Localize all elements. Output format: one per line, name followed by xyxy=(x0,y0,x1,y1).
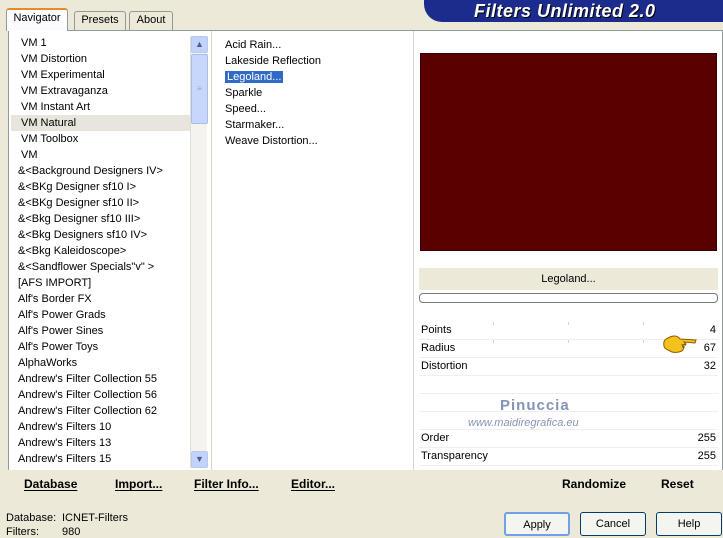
tab-navigator[interactable]: Navigator xyxy=(6,8,68,31)
category-item[interactable]: Alf's Power Grads xyxy=(11,307,193,323)
selected-filter-label: Legoland... xyxy=(419,268,718,290)
param-label: Radius xyxy=(421,342,456,354)
filter-info-button[interactable]: Filter Info... xyxy=(194,474,259,494)
filter-item[interactable]: Sparkle xyxy=(223,85,409,101)
import-button[interactable]: Import... xyxy=(115,474,162,494)
param-label: Distortion xyxy=(421,360,468,372)
category-item[interactable]: VM xyxy=(11,147,193,163)
category-item-selected[interactable]: VM Natural xyxy=(11,115,193,131)
param-slider-empty xyxy=(419,376,718,394)
tab-about[interactable]: About xyxy=(129,11,173,30)
filter-item[interactable]: Acid Rain... xyxy=(223,37,409,53)
filter-list[interactable]: Acid Rain... Lakeside Reflection Legolan… xyxy=(223,37,409,149)
category-item[interactable]: Andrew's Filters 13 xyxy=(11,435,193,451)
category-item[interactable]: &<BKg Designer sf10 I> xyxy=(11,179,193,195)
divider xyxy=(211,31,212,497)
category-item[interactable]: &<Sandflower Specials"v" > xyxy=(11,259,193,275)
param-slider-transparency[interactable]: Transparency 255 xyxy=(419,448,718,466)
filter-item[interactable]: Starmaker... xyxy=(223,117,409,133)
category-item[interactable]: Andrew's Filters 10 xyxy=(11,419,193,435)
param-label: Transparency xyxy=(421,450,488,462)
tab-presets[interactable]: Presets xyxy=(74,11,126,30)
category-item[interactable]: &<Bkg Kaleidoscope> xyxy=(11,243,193,259)
category-item[interactable]: VM Instant Art xyxy=(11,99,193,115)
status-database-value: ICNET-Filters xyxy=(62,512,128,524)
category-item[interactable]: &<BKg Designer sf10 II> xyxy=(11,195,193,211)
category-item[interactable]: VM Toolbox xyxy=(11,131,193,147)
category-item[interactable]: Andrew's Filters 15 xyxy=(11,451,193,465)
filter-item-selected[interactable]: Legoland... xyxy=(223,69,409,85)
param-value: 4 xyxy=(709,324,716,336)
category-item[interactable]: Alf's Border FX xyxy=(11,291,193,307)
filter-item[interactable]: Lakeside Reflection xyxy=(223,53,409,69)
category-item[interactable]: AlphaWorks xyxy=(11,355,193,371)
status-filters-label: Filters: xyxy=(6,526,39,538)
param-value: 32 xyxy=(703,360,716,372)
param-label: Order xyxy=(421,432,450,444)
scroll-down-icon[interactable]: ▼ xyxy=(191,451,208,468)
category-scrollbar[interactable]: ▲ ≡ ▼ xyxy=(190,36,208,468)
apply-button[interactable]: Apply xyxy=(504,512,570,536)
editor-button[interactable]: Editor... xyxy=(291,474,335,494)
watermark-name: Pinuccia xyxy=(500,397,570,414)
category-item[interactable]: [AFS IMPORT] xyxy=(11,275,193,291)
app-title: Filters Unlimited 2.0 xyxy=(474,1,656,21)
category-item[interactable]: VM 1 xyxy=(11,35,193,51)
progress-bar xyxy=(419,293,718,303)
category-item[interactable]: &<Background Designers IV> xyxy=(11,163,193,179)
pointing-hand-icon xyxy=(663,335,697,353)
category-item[interactable]: VM Extravaganza xyxy=(11,83,193,99)
category-item[interactable]: VM Experimental xyxy=(11,67,193,83)
status-area: Database: ICNET-Filters Filters: 980 xyxy=(6,511,128,538)
param-value: 255 xyxy=(697,432,716,444)
param-label: Points xyxy=(421,324,452,336)
filter-item[interactable]: Speed... xyxy=(223,101,409,117)
status-database-label: Database: xyxy=(6,512,57,524)
status-filters-value: 980 xyxy=(62,526,81,538)
preview-image xyxy=(420,53,717,251)
param-value: 67 xyxy=(703,342,716,354)
cancel-button[interactable]: Cancel xyxy=(580,512,646,536)
randomize-button[interactable]: Randomize xyxy=(562,474,626,494)
scroll-thumb[interactable]: ≡ xyxy=(191,54,208,124)
category-item[interactable]: Andrew's Filter Collection 62 xyxy=(11,403,193,419)
category-item[interactable]: Alf's Power Sines xyxy=(11,323,193,339)
param-slider-distortion[interactable]: Distortion 32 xyxy=(419,358,718,376)
param-slider-order[interactable]: Order 255 xyxy=(419,430,718,448)
watermark-url: www.maidiregrafica.eu xyxy=(468,417,579,429)
scroll-up-icon[interactable]: ▲ xyxy=(191,36,208,53)
category-item[interactable]: Andrew's Filter Collection 56 xyxy=(11,387,193,403)
category-item[interactable]: Andrew's Filter Collection 55 xyxy=(11,371,193,387)
database-button[interactable]: Database xyxy=(24,474,77,494)
category-item[interactable]: &<Bkg Designer sf10 III> xyxy=(11,211,193,227)
filter-item[interactable]: Weave Distortion... xyxy=(223,133,409,149)
category-item[interactable]: Alf's Power Toys xyxy=(11,339,193,355)
reset-button[interactable]: Reset xyxy=(661,474,694,494)
category-item[interactable]: VM Distortion xyxy=(11,51,193,67)
param-value: 255 xyxy=(697,450,716,462)
help-button[interactable]: Help xyxy=(656,512,722,536)
bottom-toolbar: Database Import... Filter Info... Editor… xyxy=(8,470,723,498)
divider xyxy=(413,31,414,497)
category-item[interactable]: &<Bkg Designers sf10 IV> xyxy=(11,227,193,243)
category-list[interactable]: VM 1 VM Distortion VM Experimental VM Ex… xyxy=(11,35,193,465)
